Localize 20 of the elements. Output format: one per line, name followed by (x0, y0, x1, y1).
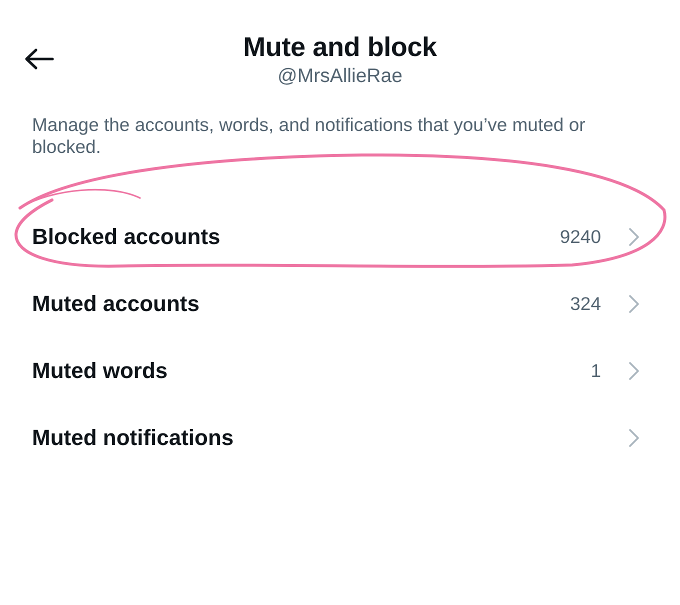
row-label: Muted words (32, 357, 168, 385)
row-label: Muted accounts (32, 290, 200, 318)
chevron-right-icon (628, 226, 640, 246)
row-count: 324 (570, 292, 601, 316)
page-title: Mute and block (243, 31, 437, 63)
account-handle: @MrsAllieRae (278, 65, 402, 88)
chevron-right-icon (628, 294, 640, 314)
settings-row[interactable]: Muted accounts 324 (0, 270, 680, 337)
settings-row[interactable]: Muted notifications (0, 404, 680, 471)
row-label: Muted notifications (32, 424, 234, 452)
row-label: Blocked accounts (32, 223, 220, 251)
row-count: 1 (590, 358, 601, 383)
description-text: Manage the accounts, words, and notifications that you’ve muted or blocked. (32, 114, 586, 157)
back-button[interactable] (24, 48, 54, 70)
chevron-right-icon (628, 360, 640, 380)
settings-row[interactable]: Muted words 1 (0, 337, 680, 404)
back-arrow-icon (24, 48, 54, 70)
settings-row[interactable]: Blocked accounts 9240 (0, 203, 680, 270)
row-count: 9240 (560, 224, 601, 249)
chevron-right-icon (628, 428, 640, 448)
